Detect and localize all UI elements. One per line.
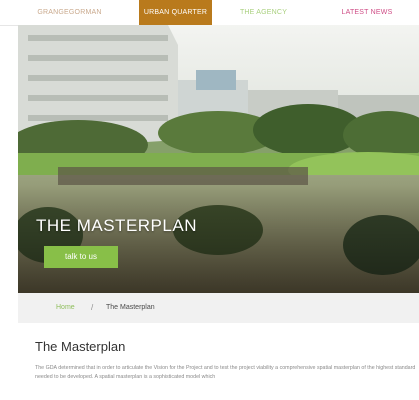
talk-to-us-button[interactable]: talk to us xyxy=(44,246,118,268)
nav-item-urban-quarter[interactable]: URBAN QUARTER xyxy=(139,0,212,25)
breadcrumb: Home / The Masterplan xyxy=(18,293,419,323)
hero-title: THE MASTERPLAN xyxy=(36,216,197,235)
breadcrumb-home-link[interactable]: Home xyxy=(56,304,75,311)
breadcrumb-current: The Masterplan xyxy=(106,304,155,311)
nav-item-the-agency[interactable]: THE AGENCY xyxy=(212,0,315,25)
page-title: The Masterplan xyxy=(35,339,126,354)
top-nav: GRANGEGORMAN URBAN QUARTER THE AGENCY LA… xyxy=(0,0,419,26)
nav-item-latest-news[interactable]: LATEST NEWS xyxy=(315,0,419,25)
hero-banner: THE MASTERPLAN talk to us xyxy=(18,25,419,293)
intro-paragraph: The GDA determined that in order to arti… xyxy=(35,365,416,380)
nav-item-grangegorman[interactable]: GRANGEGORMAN xyxy=(0,0,139,25)
breadcrumb-separator: / xyxy=(91,303,94,312)
main-content: The Masterplan The GDA determined that i… xyxy=(18,323,419,400)
